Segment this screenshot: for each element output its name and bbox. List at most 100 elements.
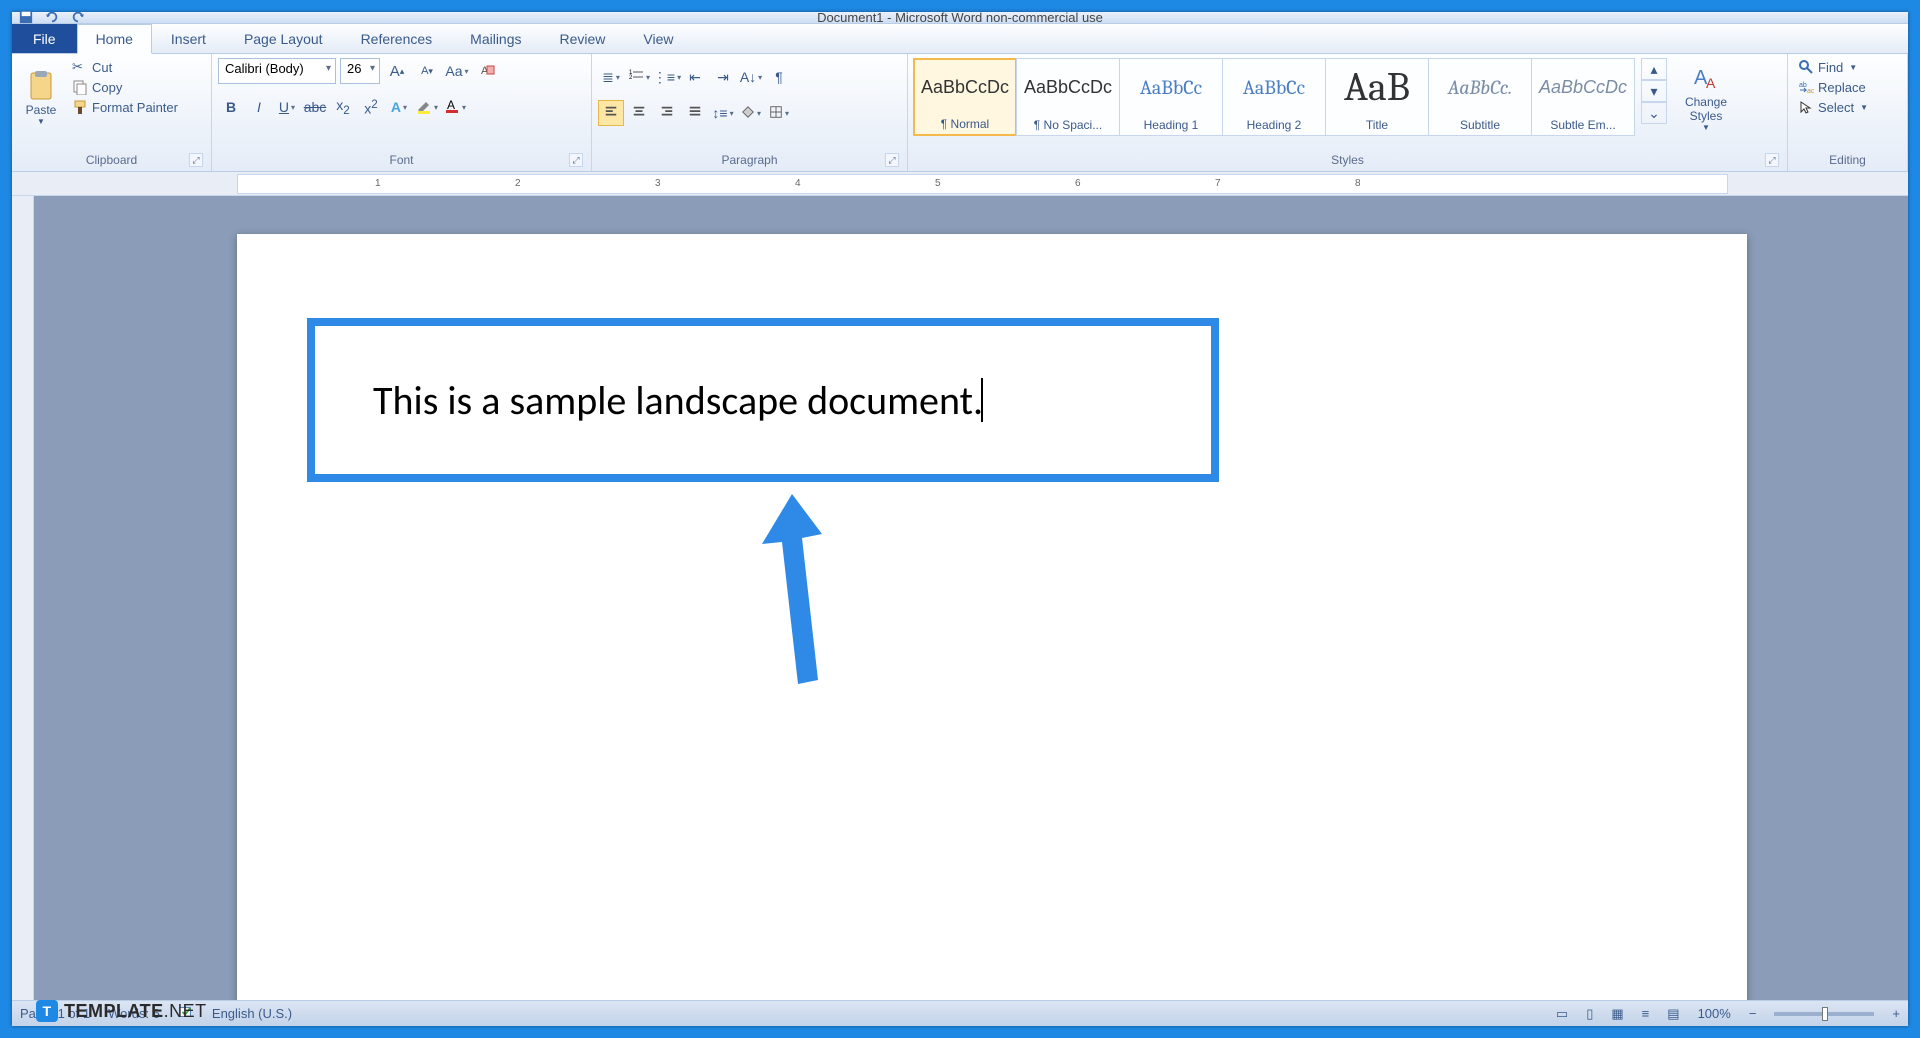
- view-web-icon[interactable]: ▦: [1611, 1006, 1623, 1022]
- style-normal[interactable]: AaBbCcDc ¶ Normal: [913, 58, 1017, 136]
- shading-icon: [741, 105, 755, 122]
- styles-gallery[interactable]: AaBbCcDc ¶ Normal AaBbCcDc ¶ No Spaci...…: [914, 58, 1635, 136]
- highlight-button[interactable]: [414, 94, 440, 120]
- group-clipboard: Paste ▼ ✂ Cut Copy Format Painter: [12, 54, 212, 171]
- zoom-level[interactable]: 100%: [1698, 1006, 1731, 1021]
- numbering-button[interactable]: 12: [626, 64, 652, 90]
- superscript-icon: x2: [364, 98, 377, 117]
- format-painter-button[interactable]: Format Painter: [68, 98, 182, 116]
- style-no-spacing[interactable]: AaBbCcDc ¶ No Spaci...: [1016, 58, 1120, 136]
- replace-icon: abac: [1798, 79, 1814, 95]
- ribbon: Paste ▼ ✂ Cut Copy Format Painter: [12, 54, 1908, 172]
- justify-icon: [688, 105, 702, 122]
- style-subtitle[interactable]: AaBbCc. Subtitle: [1428, 58, 1532, 136]
- document-body-text[interactable]: This is a sample landscape document.: [373, 376, 983, 425]
- tab-page-layout[interactable]: Page Layout: [225, 24, 342, 53]
- font-launcher-icon[interactable]: ⤢: [569, 153, 583, 167]
- style-heading2[interactable]: AaBbCc Heading 2: [1222, 58, 1326, 136]
- style-subtle-emphasis[interactable]: AaBbCcDc Subtle Em...: [1531, 58, 1635, 136]
- text-effects-button[interactable]: A: [386, 94, 412, 120]
- line-spacing-button[interactable]: ↕≡: [710, 100, 736, 126]
- tab-view[interactable]: View: [624, 24, 692, 53]
- subscript-button[interactable]: x2: [330, 94, 356, 120]
- underline-icon: U: [279, 99, 289, 115]
- pilcrow-icon: ¶: [775, 69, 783, 85]
- font-size-combo[interactable]: 26: [340, 58, 380, 84]
- app-window: Document1 - Microsoft Word non-commercia…: [12, 12, 1908, 1026]
- find-icon: [1798, 59, 1814, 75]
- horizontal-ruler-area: 1 2 3 4 5 6 7 8: [12, 172, 1908, 196]
- grow-font-button[interactable]: A▴: [384, 58, 410, 84]
- titlebar: Document1 - Microsoft Word non-commercia…: [12, 12, 1908, 24]
- select-button[interactable]: Select▼: [1794, 98, 1872, 116]
- group-editing: Find▼ abac Replace Select▼ Editing: [1788, 54, 1908, 171]
- strikethrough-button[interactable]: abc: [302, 94, 328, 120]
- replace-button[interactable]: abac Replace: [1794, 78, 1872, 96]
- increase-indent-button[interactable]: ⇥: [710, 64, 736, 90]
- view-fullscreen-icon[interactable]: ▯: [1586, 1006, 1593, 1022]
- statusbar: Page: 1 of 1 Words: 6 English (U.S.) ▭ ▯…: [12, 1000, 1908, 1026]
- qat-undo-icon[interactable]: [44, 10, 62, 24]
- tab-review[interactable]: Review: [541, 24, 625, 53]
- align-center-button[interactable]: [626, 100, 652, 126]
- decrease-indent-button[interactable]: ⇤: [682, 64, 708, 90]
- scissors-icon: ✂: [72, 59, 88, 75]
- status-language[interactable]: English (U.S.): [212, 1006, 292, 1021]
- align-left-button[interactable]: [598, 100, 624, 126]
- zoom-in-button[interactable]: +: [1892, 1006, 1900, 1021]
- bullets-icon: ≣: [602, 69, 614, 86]
- zoom-slider[interactable]: [1774, 1012, 1874, 1016]
- shading-button[interactable]: [738, 100, 764, 126]
- view-outline-icon[interactable]: ≡: [1642, 1006, 1650, 1021]
- justify-button[interactable]: [682, 100, 708, 126]
- change-styles-icon: AA: [1690, 62, 1722, 94]
- horizontal-ruler[interactable]: 1 2 3 4 5 6 7 8: [237, 174, 1728, 194]
- font-name-combo[interactable]: Calibri (Body): [218, 58, 336, 84]
- paste-button[interactable]: Paste ▼: [18, 58, 64, 136]
- svg-text:ab: ab: [1799, 82, 1807, 89]
- change-styles-button[interactable]: AA Change Styles ▼: [1671, 58, 1741, 136]
- borders-button[interactable]: [766, 100, 792, 126]
- bold-icon: B: [226, 99, 236, 115]
- svg-text:2: 2: [629, 75, 633, 81]
- paragraph-launcher-icon[interactable]: ⤢: [885, 153, 899, 167]
- styles-scroll-up[interactable]: ▴: [1641, 58, 1667, 80]
- shrink-font-icon: A: [421, 65, 428, 77]
- styles-more[interactable]: ⌄: [1641, 102, 1667, 124]
- qat-save-icon[interactable]: [18, 10, 36, 24]
- tab-home[interactable]: Home: [77, 24, 152, 54]
- tab-references[interactable]: References: [342, 24, 452, 53]
- show-marks-button[interactable]: ¶: [766, 64, 792, 90]
- superscript-button[interactable]: x2: [358, 94, 384, 120]
- tab-file[interactable]: File: [12, 24, 77, 53]
- clear-formatting-button[interactable]: A: [474, 58, 500, 84]
- align-right-button[interactable]: [654, 100, 680, 126]
- document-area: This is a sample landscape document.: [12, 196, 1908, 1000]
- bold-button[interactable]: B: [218, 94, 244, 120]
- bullets-button[interactable]: ≣: [598, 64, 624, 90]
- group-label-paragraph: Paragraph: [721, 153, 777, 167]
- style-title[interactable]: AaB Title: [1325, 58, 1429, 136]
- find-button[interactable]: Find▼: [1794, 58, 1872, 76]
- change-case-button[interactable]: Aa: [444, 58, 470, 84]
- font-color-button[interactable]: A: [442, 94, 468, 120]
- underline-button[interactable]: U: [274, 94, 300, 120]
- shrink-font-button[interactable]: A▾: [414, 58, 440, 84]
- sort-button[interactable]: A↓: [738, 64, 764, 90]
- multilevel-list-button[interactable]: ⋮≡: [654, 64, 680, 90]
- styles-scroll-down[interactable]: ▾: [1641, 80, 1667, 102]
- cut-button[interactable]: ✂ Cut: [68, 58, 182, 76]
- styles-launcher-icon[interactable]: ⤢: [1765, 153, 1779, 167]
- qat-redo-icon[interactable]: [70, 10, 88, 24]
- zoom-out-button[interactable]: −: [1749, 1006, 1757, 1021]
- italic-button[interactable]: I: [246, 94, 272, 120]
- tab-insert[interactable]: Insert: [152, 24, 225, 53]
- svg-text:ac: ac: [1807, 88, 1814, 95]
- style-heading1[interactable]: AaBbCc Heading 1: [1119, 58, 1223, 136]
- tab-mailings[interactable]: Mailings: [451, 24, 540, 53]
- vertical-ruler[interactable]: [12, 196, 34, 1000]
- copy-button[interactable]: Copy: [68, 78, 182, 96]
- view-draft-icon[interactable]: ▤: [1667, 1006, 1679, 1022]
- view-print-layout-icon[interactable]: ▭: [1556, 1006, 1568, 1022]
- clipboard-launcher-icon[interactable]: ⤢: [189, 153, 203, 167]
